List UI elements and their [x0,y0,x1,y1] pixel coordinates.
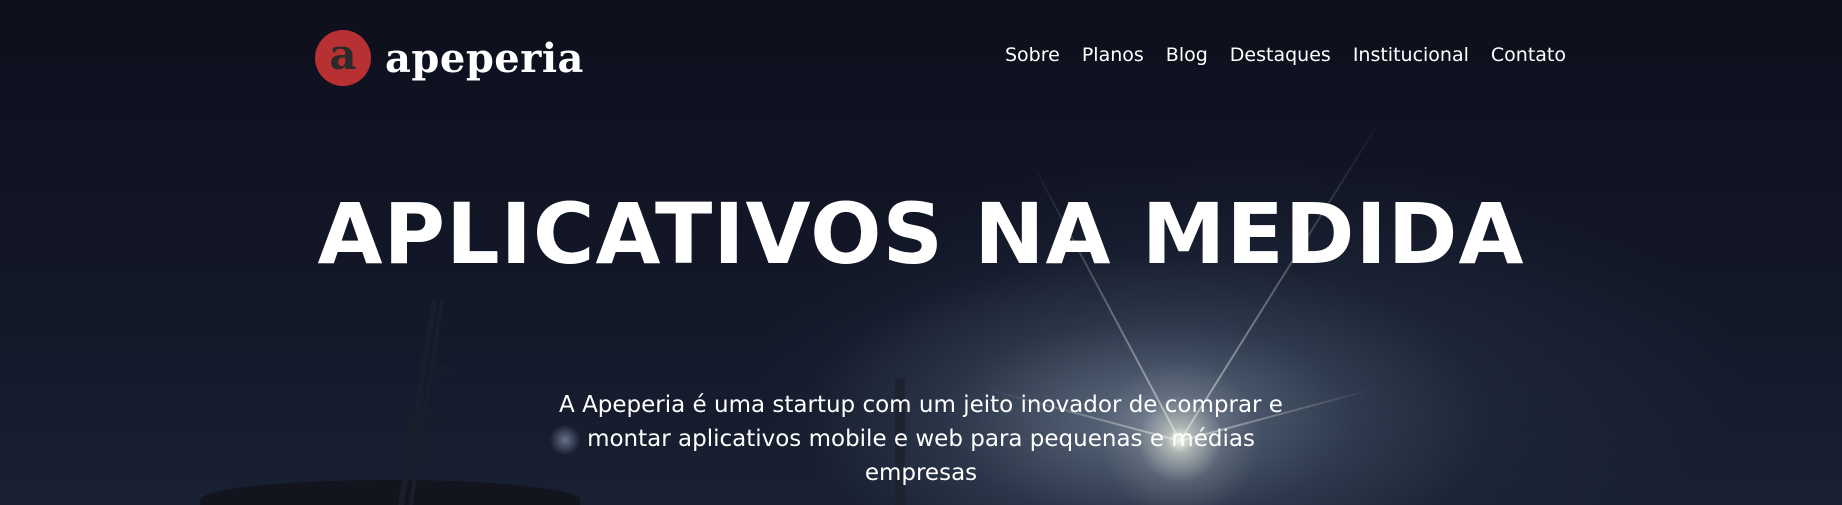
brand-name: apeperia [385,34,584,82]
nav-item-institucional[interactable]: Institucional [1353,44,1469,66]
nav-item-sobre[interactable]: Sobre [1005,44,1060,66]
crane-silhouette [397,300,451,505]
nav-item-destaques[interactable]: Destaques [1230,44,1331,66]
brand-logo-icon: a [315,30,371,86]
brand-logo-link[interactable]: a apeperia [315,30,584,86]
nav-item-contato[interactable]: Contato [1491,44,1566,66]
main-nav: Sobre Planos Blog Destaques Instituciona… [1005,40,1566,70]
nav-item-planos[interactable]: Planos [1082,44,1144,66]
hero-headline: APLICATIVOS NA MEDIDA [317,185,1525,283]
nav-item-blog[interactable]: Blog [1166,44,1208,66]
hero-subtitle: A Apeperia é uma startup com um jeito in… [559,392,1283,486]
